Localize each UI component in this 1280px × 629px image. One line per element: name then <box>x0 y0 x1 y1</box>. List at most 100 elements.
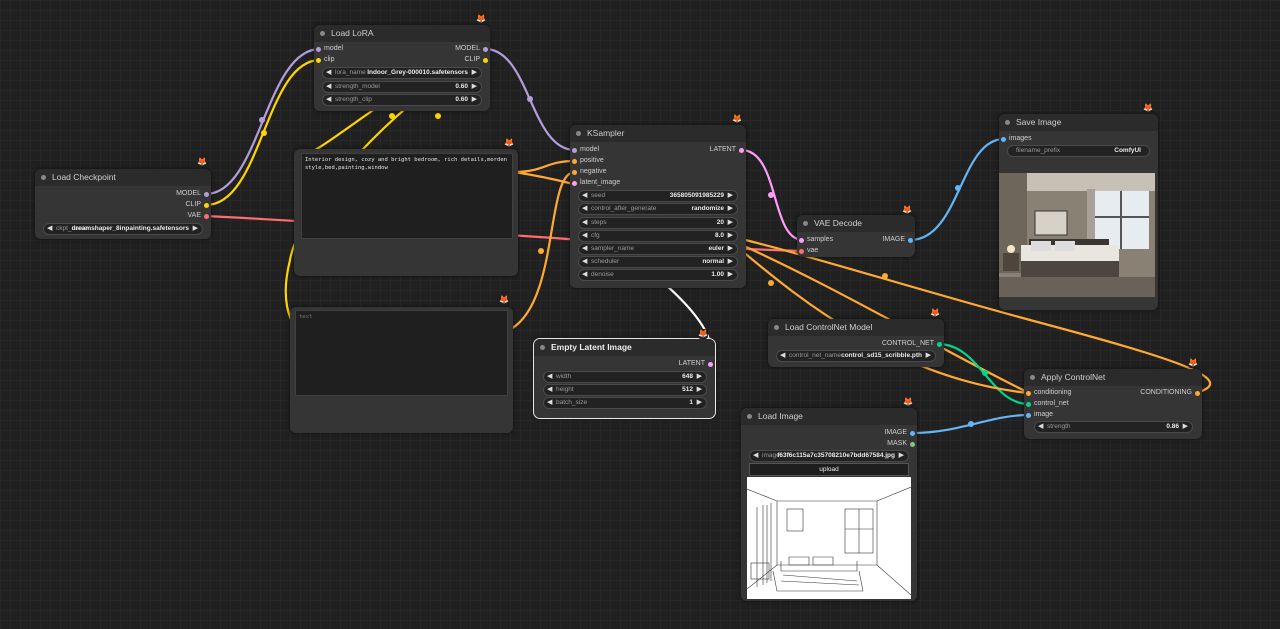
arrow-left-icon[interactable]: ◀ <box>547 398 552 408</box>
arrow-right-icon[interactable]: ▶ <box>728 257 733 267</box>
arrow-left-icon[interactable]: ◀ <box>582 244 587 254</box>
input-latent-image[interactable]: latent_image <box>570 178 620 188</box>
collapse-dot-icon[interactable] <box>540 345 545 350</box>
arrow-right-icon[interactable]: ▶ <box>472 68 477 78</box>
arrow-right-icon[interactable]: ▶ <box>472 82 477 92</box>
pin-icon[interactable] <box>204 192 209 197</box>
arrow-right-icon[interactable]: ▶ <box>697 385 702 395</box>
pin-icon[interactable] <box>1026 402 1031 407</box>
output-image[interactable]: IMAGE <box>855 235 915 245</box>
collapse-dot-icon[interactable] <box>1030 375 1035 380</box>
input-samples[interactable]: samples <box>797 235 833 245</box>
arrow-left-icon[interactable]: ◀ <box>582 231 587 241</box>
arrow-left-icon[interactable]: ◀ <box>582 204 587 214</box>
node-title[interactable]: Load Image <box>741 408 917 425</box>
output-clip[interactable]: CLIP <box>121 200 211 210</box>
output-model[interactable]: MODEL <box>121 189 211 199</box>
scheduler-widget[interactable]: ◀ scheduler normal ▶ <box>578 256 738 268</box>
steps-widget[interactable]: ◀ steps 20 ▶ <box>578 217 738 229</box>
pin-icon[interactable] <box>483 47 488 52</box>
pin-icon[interactable] <box>1195 391 1200 396</box>
pin-icon[interactable] <box>572 181 577 186</box>
ksampler-node[interactable]: KSampler model positive negative latent_… <box>570 125 746 288</box>
positive-prompt-textarea[interactable]: Interior design, cozy and bright bedroom… <box>301 153 513 239</box>
pin-icon[interactable] <box>910 442 915 447</box>
node-title[interactable]: Load LoRA <box>314 25 490 42</box>
cfg-widget[interactable]: ◀ cfg 8.0 ▶ <box>578 230 738 242</box>
output-image[interactable]: IMAGE <box>847 428 917 438</box>
positive-prompt-node[interactable]: Interior design, cozy and bright bedroom… <box>294 149 518 276</box>
load-checkpoint-node[interactable]: Load Checkpoint MODEL CLIP VAE ◀ ckpt_nam… <box>35 169 211 239</box>
arrow-left-icon[interactable]: ◀ <box>47 224 52 234</box>
pin-icon[interactable] <box>708 362 713 367</box>
input-model[interactable]: model <box>570 145 599 155</box>
output-latent[interactable]: LATENT <box>645 359 715 369</box>
ckpt-name-widget[interactable]: ◀ ckpt_name dreamshaper_8inpainting.safete… <box>43 223 203 235</box>
collapse-dot-icon[interactable] <box>320 31 325 36</box>
arrow-left-icon[interactable]: ◀ <box>582 270 587 280</box>
arrow-right-icon[interactable]: ▶ <box>728 231 733 241</box>
arrow-left-icon[interactable]: ◀ <box>326 82 331 92</box>
input-model[interactable]: model <box>314 44 343 54</box>
collapse-dot-icon[interactable] <box>747 414 752 419</box>
node-title[interactable]: KSampler <box>570 125 746 142</box>
arrow-left-icon[interactable]: ◀ <box>326 95 331 105</box>
upload-button[interactable]: upload <box>749 463 909 476</box>
output-conditioning[interactable]: CONDITIONING <box>1112 388 1202 398</box>
collapse-dot-icon[interactable] <box>803 221 808 226</box>
input-control-net[interactable]: control_net <box>1024 399 1069 409</box>
arrow-left-icon[interactable]: ◀ <box>547 385 552 395</box>
arrow-right-icon[interactable]: ▶ <box>728 218 733 228</box>
output-clip[interactable]: CLIP <box>420 55 490 65</box>
arrow-right-icon[interactable]: ▶ <box>728 244 733 254</box>
arrow-right-icon[interactable]: ▶ <box>1183 422 1188 432</box>
strength-model-widget[interactable]: ◀ strength_model 0.60 ▶ <box>322 81 482 93</box>
image-select-widget[interactable]: ◀ image f63f6c115a7c35708210e7bdd67584.jpg… <box>749 450 909 462</box>
arrow-left-icon[interactable]: ◀ <box>547 372 552 382</box>
input-conditioning[interactable]: conditioning <box>1024 388 1071 398</box>
input-image[interactable]: image <box>1024 410 1053 420</box>
arrow-right-icon[interactable]: ▶ <box>697 372 702 382</box>
pin-icon[interactable] <box>799 238 804 243</box>
pin-icon[interactable] <box>799 249 804 254</box>
pin-icon[interactable] <box>204 214 209 219</box>
collapse-dot-icon[interactable] <box>41 175 46 180</box>
control-net-name-widget[interactable]: ◀ control_net_name control_sd15_scribble.p… <box>776 350 936 362</box>
batch-size-widget[interactable]: ◀ batch_size 1 ▶ <box>543 397 707 409</box>
input-clip[interactable]: clip <box>314 55 335 65</box>
height-widget[interactable]: ◀ height 512 ▶ <box>543 384 707 396</box>
pin-icon[interactable] <box>1026 413 1031 418</box>
pin-icon[interactable] <box>572 170 577 175</box>
seed-widget[interactable]: ◀ seed 365805091985229 ▶ <box>578 190 738 202</box>
pin-icon[interactable] <box>937 342 942 347</box>
arrow-left-icon[interactable]: ◀ <box>582 191 587 201</box>
arrow-right-icon[interactable]: ▶ <box>472 95 477 105</box>
node-title[interactable]: Save Image <box>999 114 1158 131</box>
pin-icon[interactable] <box>572 148 577 153</box>
pin-icon[interactable] <box>910 431 915 436</box>
arrow-left-icon[interactable]: ◀ <box>582 257 587 267</box>
strength-clip-widget[interactable]: ◀ strength_clip 0.60 ▶ <box>322 94 482 106</box>
input-images[interactable]: images <box>999 134 1032 144</box>
collapse-dot-icon[interactable] <box>774 325 779 330</box>
node-title[interactable]: VAE Decode <box>797 215 915 232</box>
output-control-net[interactable]: CONTROL_NET <box>854 339 944 349</box>
output-vae[interactable]: VAE <box>121 211 211 221</box>
arrow-right-icon[interactable]: ▶ <box>899 451 904 461</box>
pin-icon[interactable] <box>739 148 744 153</box>
load-lora-node[interactable]: Load LoRA model clip MODEL CLIP ◀ lora_na… <box>314 25 490 111</box>
arrow-right-icon[interactable]: ▶ <box>728 191 733 201</box>
input-vae[interactable]: vae <box>797 246 818 256</box>
sampler-name-widget[interactable]: ◀ sampler_name euler ▶ <box>578 243 738 255</box>
input-positive[interactable]: positive <box>570 156 604 166</box>
arrow-right-icon[interactable]: ▶ <box>728 204 733 214</box>
pin-icon[interactable] <box>316 58 321 63</box>
output-mask[interactable]: MASK <box>847 439 917 449</box>
output-latent[interactable]: LATENT <box>676 145 746 155</box>
filename-prefix-widget[interactable]: filename_prefix ComfyUI <box>1007 145 1150 157</box>
arrow-left-icon[interactable]: ◀ <box>582 218 587 228</box>
pin-icon[interactable] <box>204 203 209 208</box>
control-after-generate-widget[interactable]: ◀ control_after_generate randomize ▶ <box>578 203 738 215</box>
arrow-right-icon[interactable]: ▶ <box>697 398 702 408</box>
pin-icon[interactable] <box>908 238 913 243</box>
